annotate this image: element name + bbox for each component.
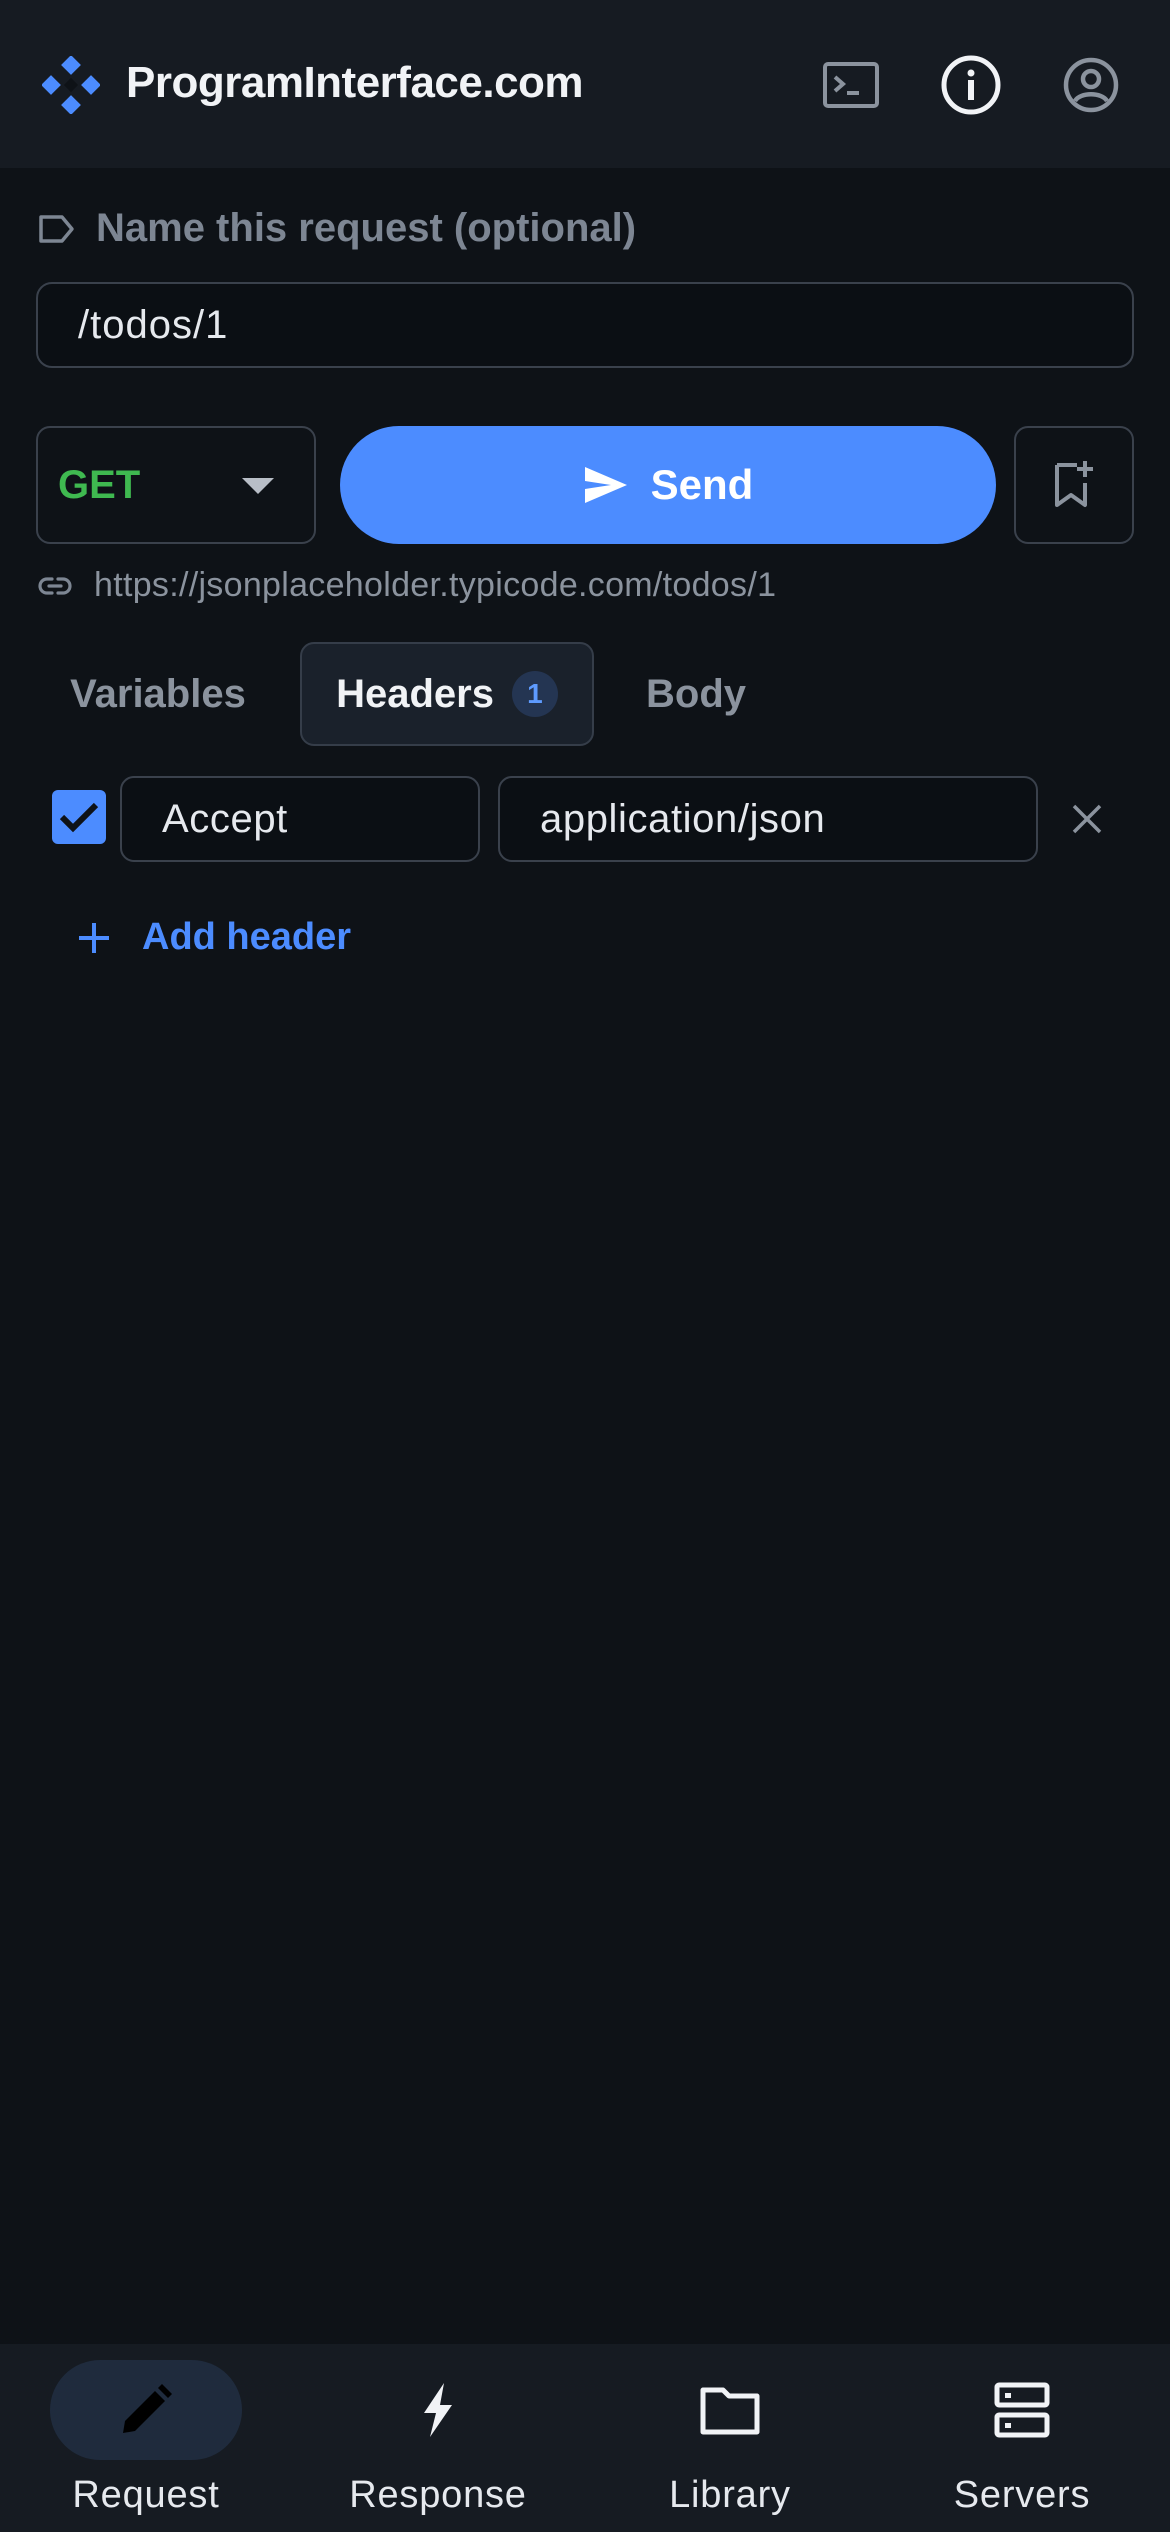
label-icon [39, 214, 74, 243]
header-enabled-checkbox[interactable] [52, 790, 106, 844]
header-value-input[interactable]: application/json [498, 776, 1038, 862]
add-header-label: Add header [142, 916, 352, 958]
server-icon [994, 2382, 1050, 2438]
check-icon [59, 802, 99, 833]
count-badge: 1 [511, 671, 558, 717]
resolved-url-row: https://jsonplaceholder.typicode.com/tod… [38, 566, 776, 605]
logo-icon [42, 56, 100, 114]
tab-body[interactable]: Body [620, 642, 772, 746]
top-bar: ProgramInterface.com [0, 0, 1170, 168]
tab-label: Variables [70, 671, 246, 716]
folder-icon [700, 2387, 760, 2435]
lightning-icon [424, 2383, 452, 2437]
account-button[interactable] [1058, 52, 1124, 118]
method-select[interactable]: GET [36, 426, 316, 544]
add-header-button[interactable]: Add header [76, 916, 351, 959]
terminal-button[interactable] [818, 52, 884, 118]
nav-library[interactable]: Library [584, 2344, 876, 2532]
nav-label: Request [72, 2474, 220, 2516]
request-name-row[interactable]: Name this request (optional) [38, 206, 636, 251]
terminal-icon [823, 62, 879, 108]
tab-label: Body [646, 671, 746, 716]
nav-pill [634, 2360, 826, 2460]
method-value: GET [58, 462, 141, 507]
bottom-navigation: Request Response Library Servers [0, 2344, 1170, 2532]
nav-response[interactable]: Response [292, 2344, 584, 2532]
brand-title: ProgramInterface.com [126, 58, 584, 107]
tab-label: Headers [336, 671, 494, 716]
nav-label: Response [349, 2474, 527, 2516]
remove-header-button[interactable] [1064, 796, 1110, 842]
send-icon [584, 467, 627, 503]
request-name-input[interactable]: Name this request (optional) [96, 206, 636, 251]
app-root: ProgramInterface.com Name this request (… [0, 0, 1170, 2532]
account-icon [1063, 57, 1119, 113]
close-icon [1072, 804, 1102, 834]
tab-variables[interactable]: Variables [40, 642, 276, 746]
caret-down-icon [242, 478, 274, 494]
resolved-url: https://jsonplaceholder.typicode.com/tod… [94, 566, 777, 604]
nav-request[interactable]: Request [0, 2344, 292, 2532]
path-input[interactable]: /todos/1 [36, 282, 1134, 368]
pencil-icon [123, 2384, 172, 2433]
nav-pill [50, 2360, 242, 2460]
nav-servers[interactable]: Servers [876, 2344, 1168, 2532]
send-label: Send [650, 461, 754, 508]
bookmark-add-icon [1055, 461, 1093, 507]
send-button[interactable]: Send [340, 426, 996, 544]
info-icon [941, 55, 1001, 115]
nav-label: Library [669, 2474, 791, 2516]
link-icon [38, 576, 72, 595]
info-button[interactable] [938, 52, 1004, 118]
plus-icon [79, 922, 109, 953]
nav-label: Servers [953, 2474, 1091, 2516]
save-bookmark-button[interactable] [1014, 426, 1134, 544]
nav-pill [926, 2360, 1118, 2460]
nav-pill [342, 2360, 534, 2460]
header-key-input[interactable]: Accept [120, 776, 480, 862]
tab-headers[interactable]: Headers 1 [300, 642, 594, 746]
